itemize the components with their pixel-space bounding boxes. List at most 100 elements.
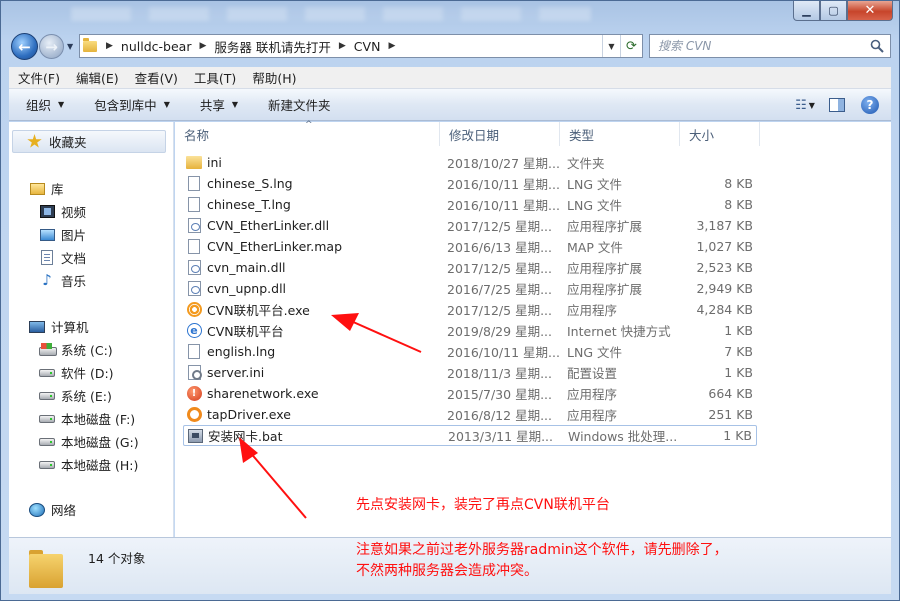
file-row[interactable]: cvn_main.dll 2017/12/5 星期... 应用程序扩展 2,523 K… xyxy=(183,257,757,278)
nav-drive-e[interactable]: 系统 (E:) xyxy=(39,386,112,405)
nav-drive-h[interactable]: 本地磁盘 (H:) xyxy=(39,455,138,474)
nav-videos[interactable]: 视频 xyxy=(39,202,86,221)
minimize-button[interactable]: ▁ xyxy=(793,1,820,21)
file-icon xyxy=(188,176,200,191)
nav-drive-d[interactable]: 软件 (D:) xyxy=(39,363,114,382)
help-icon[interactable]: ? xyxy=(861,96,879,114)
chevron-right-icon[interactable]: ▶ xyxy=(100,41,119,51)
nav-documents[interactable]: 文档 xyxy=(39,248,86,267)
dll-icon xyxy=(187,260,201,275)
breadcrumb-nulldc-bear[interactable]: nulldc-bear xyxy=(119,39,194,54)
file-row[interactable]: ini 2018/10/27 星期... 文件夹 xyxy=(183,152,757,173)
arrow-left-icon: ← xyxy=(18,37,31,56)
preview-pane-button[interactable] xyxy=(827,95,847,115)
window-controls: ▁ ▢ ✕ xyxy=(793,1,893,21)
file-name: CVN_EtherLinker.map xyxy=(207,239,343,254)
file-icon xyxy=(188,344,200,359)
share-button[interactable]: 共享 ▼ xyxy=(200,95,238,114)
file-row[interactable]: chinese_S.lng 2016/10/11 星期... LNG 文件 8 KB xyxy=(183,173,757,194)
nav-network[interactable]: 网络 xyxy=(29,500,76,519)
file-name-cell: chinese_S.lng xyxy=(186,176,293,192)
file-name-cell: CVN_EtherLinker.dll xyxy=(186,218,329,234)
file-row[interactable]: server.ini 2018/11/3 星期... 配置设置 1 KB xyxy=(183,362,757,383)
file-size: 1 KB xyxy=(724,323,753,338)
breadcrumb-server-folder[interactable]: 服务器 联机请先打开 xyxy=(212,37,332,56)
file-name: 安装网卡.bat xyxy=(208,429,283,444)
forward-button[interactable]: → xyxy=(39,34,64,59)
file-type: LNG 文件 xyxy=(567,345,622,360)
file-date: 2018/11/3 星期... xyxy=(447,366,552,381)
menu-bar: 文件(F) 编辑(E) 查看(V) 工具(T) 帮助(H) xyxy=(9,67,891,89)
file-name: cvn_main.dll xyxy=(207,260,286,275)
view-options-button[interactable]: ☷ ▼ xyxy=(795,95,815,115)
nav-computer-label: 计算机 xyxy=(51,320,89,335)
file-name-cell: ! sharenetwork.exe xyxy=(186,386,319,402)
item-count: 14 个对象 xyxy=(88,551,146,566)
new-folder-button[interactable]: 新建文件夹 xyxy=(268,95,331,114)
menu-tools[interactable]: 工具(T) xyxy=(194,68,236,87)
file-icon xyxy=(188,197,200,212)
back-button[interactable]: ← xyxy=(11,33,38,60)
maximize-button[interactable]: ▢ xyxy=(820,1,847,21)
chevron-right-icon[interactable]: ▶ xyxy=(193,41,212,51)
nav-music[interactable]: ♪ 音乐 xyxy=(39,271,86,290)
column-header-date[interactable]: 修改日期 xyxy=(440,122,560,146)
organize-label: 组织 xyxy=(26,98,52,113)
file-row[interactable]: 安装网卡.bat 2013/3/11 星期... Windows 批处理... 1 K… xyxy=(183,425,757,446)
file-size: 1 KB xyxy=(724,365,753,380)
file-date: 2016/10/11 星期... xyxy=(447,177,560,192)
file-row[interactable]: cvn_upnp.dll 2016/7/25 星期... 应用程序扩展 2,949 K… xyxy=(183,278,757,299)
nav-libraries[interactable]: 库 xyxy=(29,179,64,198)
nav-pictures[interactable]: 图片 xyxy=(39,225,86,244)
hard-drive-icon xyxy=(39,437,55,446)
file-type: Internet 快捷方式 xyxy=(567,324,671,339)
file-name: tapDriver.exe xyxy=(207,407,291,422)
file-name-cell: 安装网卡.bat xyxy=(187,426,282,445)
include-in-library-button[interactable]: 包含到库中 ▼ xyxy=(94,95,170,114)
file-row[interactable]: english.lng 2016/10/11 星期... LNG 文件 7 KB xyxy=(183,341,757,362)
menu-edit[interactable]: 编辑(E) xyxy=(76,68,119,87)
caret-down-icon: ▼ xyxy=(163,100,170,109)
chevron-right-icon[interactable]: ▶ xyxy=(333,41,352,51)
file-row[interactable]: CVN联机平台.exe 2017/12/5 星期... 应用程序 4,284 KB xyxy=(183,299,757,320)
annotation-warning-line1: 注意如果之前过老外服务器radmin这个软件，请先删除了， xyxy=(356,542,728,558)
settings-file-icon xyxy=(187,365,202,380)
file-date: 2017/12/5 星期... xyxy=(447,303,552,318)
view-list-icon: ☷ xyxy=(795,97,807,113)
file-row[interactable]: ! sharenetwork.exe 2015/7/30 星期... 应用程序 664 … xyxy=(183,383,757,404)
organize-button[interactable]: 组织 ▼ xyxy=(26,95,64,114)
file-row[interactable]: CVN_EtherLinker.map 2016/6/13 星期... MAP 文件… xyxy=(183,236,757,257)
column-header-name[interactable]: ^ 名称 xyxy=(175,120,440,146)
nav-favorites[interactable]: 收藏夹 xyxy=(12,130,166,153)
address-dropdown-button[interactable]: ▼ xyxy=(602,35,620,57)
file-row[interactable]: tapDriver.exe 2016/8/12 星期... 应用程序 251 KB xyxy=(183,404,757,425)
command-bar: 组织 ▼ 包含到库中 ▼ 共享 ▼ 新建文件夹 ☷ ▼ ? xyxy=(9,89,891,121)
close-button[interactable]: ✕ xyxy=(847,1,893,21)
navigation-bar: ← → ▼ ▶ nulldc-bear ▶ 服务器 联机请先打开 ▶ CVN ▶… xyxy=(1,29,899,65)
search-box[interactable] xyxy=(649,34,891,58)
chevron-right-icon[interactable]: ▶ xyxy=(382,41,401,51)
column-name-label: 名称 xyxy=(184,127,210,143)
address-bar[interactable]: ▶ nulldc-bear ▶ 服务器 联机请先打开 ▶ CVN ▶ ▼ ⟳ xyxy=(79,34,643,58)
menu-view[interactable]: 查看(V) xyxy=(135,68,178,87)
search-icon[interactable] xyxy=(870,39,884,53)
breadcrumb-cvn[interactable]: CVN xyxy=(352,39,383,54)
column-header-size[interactable]: 大小 xyxy=(680,122,760,146)
search-input[interactable] xyxy=(658,39,858,53)
menu-help[interactable]: 帮助(H) xyxy=(252,68,296,87)
file-name: CVN联机平台.exe xyxy=(207,303,310,318)
file-row[interactable]: e CVN联机平台 2019/8/29 星期... Internet 快捷方式 1 KB xyxy=(183,320,757,341)
nav-computer[interactable]: 计算机 xyxy=(29,317,89,336)
menu-file[interactable]: 文件(F) xyxy=(18,68,60,87)
refresh-button[interactable]: ⟳ xyxy=(620,35,642,57)
nav-drive-g[interactable]: 本地磁盘 (G:) xyxy=(39,432,139,451)
column-header-type[interactable]: 类型 xyxy=(560,122,680,146)
file-row[interactable]: chinese_T.lng 2016/10/11 星期... LNG 文件 8 KB xyxy=(183,194,757,215)
file-size: 2,949 KB xyxy=(696,281,753,296)
nav-drive-c[interactable]: 系统 (C:) xyxy=(39,340,113,359)
nav-drive-f[interactable]: 本地磁盘 (F:) xyxy=(39,409,135,428)
recent-pages-dropdown[interactable]: ▼ xyxy=(67,42,73,51)
drive-label: 本地磁盘 (H:) xyxy=(61,458,139,473)
file-row[interactable]: CVN_EtherLinker.dll 2017/12/5 星期... 应用程序扩展… xyxy=(183,215,757,236)
file-type: 应用程序 xyxy=(567,303,618,318)
